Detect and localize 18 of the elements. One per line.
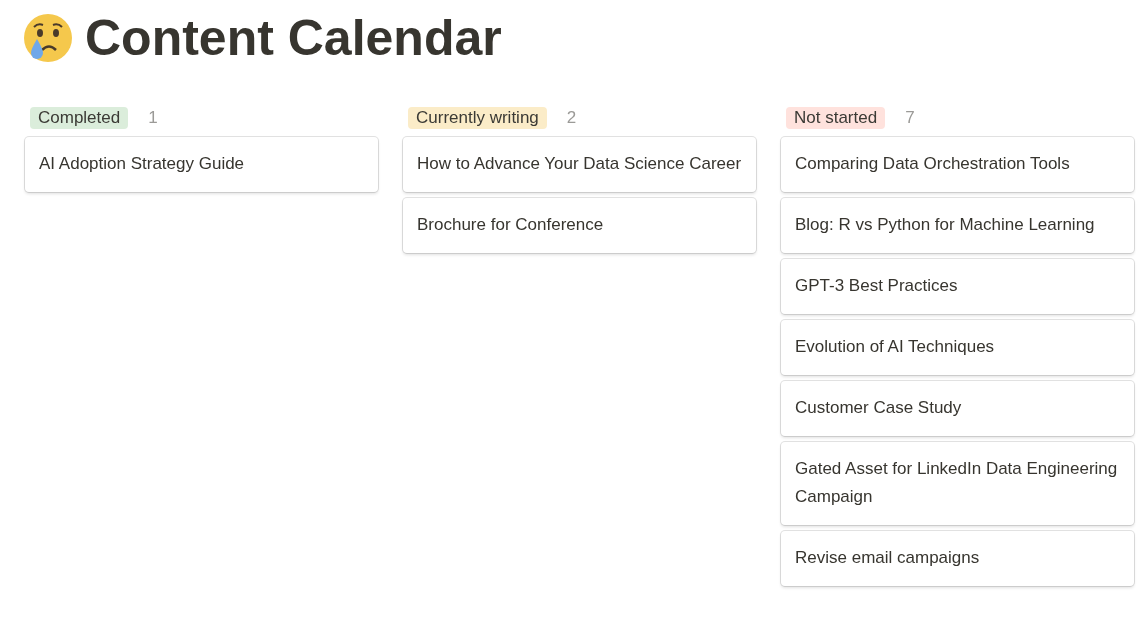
card-count: 7 <box>905 108 915 128</box>
board-card[interactable]: Gated Asset for LinkedIn Data Engineering Campaign <box>781 442 1134 525</box>
board-card[interactable]: Customer Case Study <box>781 381 1134 436</box>
card-count: 2 <box>566 108 577 128</box>
board-card[interactable]: Revise email campaigns <box>781 531 1134 586</box>
status-tag[interactable]: Completed <box>30 107 129 129</box>
card-count: 1 <box>148 108 158 128</box>
board-card[interactable]: Evolution of AI Techniques <box>781 320 1134 375</box>
board-card[interactable]: Brochure for Conference <box>403 198 756 253</box>
board-card[interactable]: GPT-3 Best Practices <box>781 259 1134 314</box>
board-card[interactable]: Comparing Data Orchestration Tools <box>781 137 1134 192</box>
status-tag[interactable]: Currently writing <box>408 107 547 129</box>
board-card[interactable]: AI Adoption Strategy Guide <box>25 137 378 192</box>
crying-face-icon <box>23 13 73 63</box>
board-card[interactable]: How to Advance Your Data Science Career <box>403 137 756 192</box>
board-card[interactable]: Blog: R vs Python for Machine Learning <box>781 198 1134 253</box>
page-title: Content Calendar <box>85 9 502 67</box>
status-tag[interactable]: Not started <box>786 107 886 129</box>
